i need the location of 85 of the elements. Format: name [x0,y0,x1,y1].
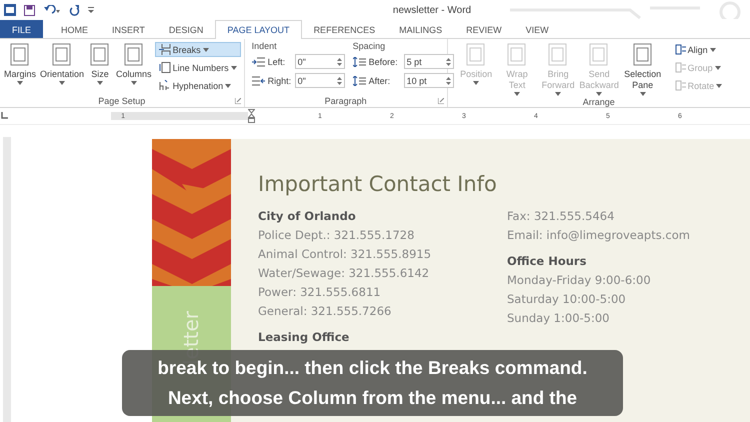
group-label: Paragraph [324,96,367,106]
caret-icon [202,48,209,52]
contact-line: Animal Control: 321.555.8915 [258,246,432,263]
ribbon-tab[interactable]: PAGE LAYOUT [215,20,302,39]
section-heading: City of Orlando [258,208,357,225]
ribbon-tab[interactable]: HOME [49,20,100,38]
field-label: Right: [268,76,292,86]
ribbon-tab[interactable]: VIEW [514,20,561,38]
section-label: Indent [252,41,278,51]
contact-line: Monday-Friday 9:00-6:00 [507,272,652,289]
breaks-icon [158,44,171,55]
rotate-icon [674,80,686,91]
caret-icon [710,48,716,52]
caret-icon [514,92,520,96]
spin-arrows-icon[interactable] [446,76,451,86]
caret-icon [640,92,646,96]
field-label: Left: [268,56,286,66]
hyphenation-icon [158,80,171,91]
contact-line: Saturday 10:00-5:00 [507,291,627,308]
tab-stop-icon[interactable] [0,112,8,120]
ribbon-button[interactable]: Align [670,42,726,57]
group-label: Page Setup [98,96,146,106]
caret-icon [555,92,562,96]
spin-arrows-icon[interactable] [336,56,342,66]
contact-line: Sunday 1:00-5:00 [507,310,610,327]
indent-icon [252,76,265,86]
ribbon-tab[interactable]: INSERT [100,20,157,38]
contact-line: General: 321.555.7266 [258,303,392,320]
ribbon-tab[interactable]: MAILINGS [387,20,454,38]
spin-field[interactable]: 0" [294,73,345,88]
ribbon-button[interactable]: Columns [115,41,153,94]
document-heading: Important Contact Info [258,172,498,196]
launcher-icon[interactable] [234,98,241,104]
ribbon-button[interactable]: Hyphenation [154,78,241,93]
spin-field[interactable]: 0" [294,54,345,69]
caret-icon [596,92,602,96]
customize-icon[interactable] [88,7,94,13]
ribbon-button[interactable]: Line Numbers [154,60,241,75]
undo-icon[interactable] [43,4,61,16]
field-label: After: [368,76,392,86]
section-label: Spacing [352,41,386,51]
spin-arrows-icon[interactable] [336,76,342,86]
ribbon-button[interactable]: Selection Pane [620,41,665,97]
ribbon-button[interactable]: Breaks [154,42,241,57]
caption-text: Next, choose Column from the menu... and the [168,386,578,410]
group-label: Arrange [582,97,615,107]
spin-field[interactable]: 5 pt [404,54,454,69]
caret-icon [17,81,23,85]
contact-line: Power: 321.555.6811 [258,284,382,301]
contact-line: Fax: 321.555.5464 [507,208,616,225]
ribbon-tab[interactable]: REVIEW [454,20,514,38]
indent-marker-icon[interactable] [248,109,256,123]
align-icon [674,44,686,55]
spin-field[interactable]: 10 pt [404,73,454,88]
spacing-icon [352,56,366,66]
save-icon[interactable] [24,4,35,16]
line-numbers-icon [158,62,171,73]
spin-arrows-icon[interactable] [446,56,451,66]
ribbon-tab[interactable]: REFERENCES [302,20,388,38]
caret-icon [59,81,66,85]
window-title: newsletter - Word [392,4,472,16]
caret-icon [230,66,237,70]
app-icon [4,4,16,16]
ribbon-button[interactable]: Orientation [39,41,86,94]
caret-icon [130,81,137,85]
caret-icon [714,66,721,70]
section-heading: Leasing Office [258,329,350,346]
group-icon [674,62,686,73]
indent-icon [252,56,265,66]
redo-icon[interactable] [69,4,80,16]
caret-icon [473,81,480,85]
ribbon-tab[interactable]: DESIGN [156,20,216,38]
section-heading: Office Hours [507,253,588,270]
contact-line: Police Dept.: 321.555.1728 [258,227,416,244]
ribbon-button[interactable]: Margins [3,41,38,94]
caret-icon [225,84,232,88]
spacing-icon [352,76,366,86]
caret-icon [97,81,104,85]
file-tab[interactable]: FILE [0,20,44,38]
caret-icon [716,84,722,88]
contact-line: Water/Sewage: 321.555.6142 [258,265,430,282]
ribbon-button[interactable]: Size [87,41,114,94]
launcher-icon[interactable] [438,98,444,104]
contact-line: Email: info@limegroveapts.com [507,227,690,244]
field-label: Before: [368,56,399,66]
